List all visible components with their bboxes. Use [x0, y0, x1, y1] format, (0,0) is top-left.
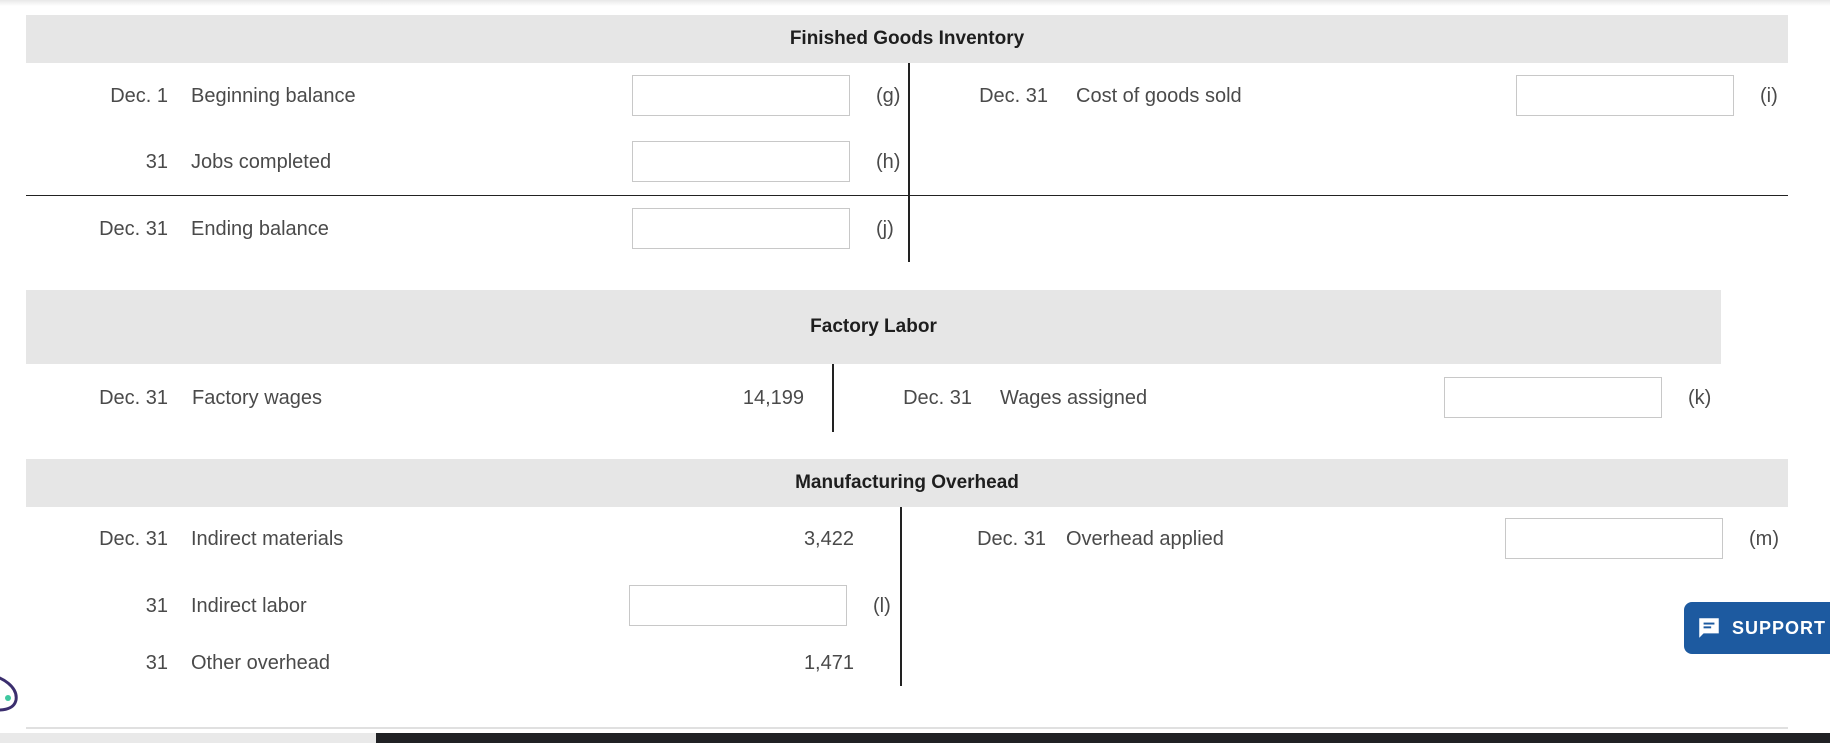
mo-credit-date-1: Dec. 31: [977, 528, 1046, 550]
support-label: SUPPORT: [1732, 617, 1827, 638]
wages-assigned-input[interactable]: [1444, 377, 1662, 418]
mo-debit-date-3: 31: [145, 652, 168, 674]
beginning-balance-input[interactable]: [632, 75, 850, 116]
factory-wages-value: 14,199: [742, 387, 804, 409]
fg-marker-j: (j): [876, 218, 894, 240]
jobs-completed-input[interactable]: [632, 141, 850, 182]
mo-debit-date-1: Dec. 31: [99, 528, 168, 550]
fg-marker-i: (i): [1760, 85, 1778, 107]
finished-goods-title: Finished Goods Inventory: [789, 28, 1025, 49]
fg-credit-label-1: Cost of goods sold: [1076, 85, 1242, 107]
overhead-applied-input[interactable]: [1505, 518, 1723, 559]
fg-credit-date-1: Dec. 31: [979, 85, 1048, 107]
mo-credit-label-1: Overhead applied: [1066, 528, 1224, 550]
mo-marker-l: (l): [873, 595, 891, 617]
finished-goods-header: Finished Goods Inventory: [26, 15, 1788, 63]
fl-credit-label-1: Wages assigned: [1000, 387, 1148, 409]
factory-labor-header: Factory Labor: [26, 290, 1721, 364]
fg-marker-g: (g): [876, 85, 901, 107]
indirect-materials-value: 3,422: [803, 528, 854, 550]
factory-labor-t-vertical: [832, 364, 834, 432]
manufacturing-overhead-header: Manufacturing Overhead: [26, 459, 1788, 507]
other-overhead-value: 1,471: [803, 652, 854, 674]
factory-labor-title: Factory Labor: [810, 316, 937, 337]
fg-debit-label-2: Jobs completed: [191, 151, 332, 173]
bottom-separator: [26, 727, 1788, 729]
chat-icon: [1699, 618, 1719, 638]
fg-debit-label-1: Beginning balance: [191, 85, 356, 107]
fg-debit-date-1: Dec. 1: [110, 85, 168, 107]
mo-debit-date-2: 31: [145, 595, 168, 617]
finished-goods-t-horizontal: [26, 195, 1788, 196]
cost-of-goods-sold-input[interactable]: [1516, 75, 1734, 116]
support-button[interactable]: SUPPORT: [1684, 602, 1830, 654]
manufacturing-overhead-t-vertical: [900, 507, 902, 686]
mo-debit-label-2: Indirect labor: [191, 595, 307, 617]
fl-marker-k: (k): [1688, 387, 1712, 409]
top-fade: [0, 0, 1830, 6]
ending-balance-input[interactable]: [632, 208, 850, 249]
mo-debit-label-1: Indirect materials: [191, 528, 344, 550]
fl-debit-label-1: Factory wages: [192, 387, 323, 409]
fl-debit-date-1: Dec. 31: [99, 387, 168, 409]
fg-ending-date: Dec. 31: [99, 218, 168, 240]
fg-ending-label: Ending balance: [191, 218, 329, 240]
assistant-blob-icon: [0, 676, 18, 712]
mo-debit-label-3: Other overhead: [191, 652, 330, 674]
mo-marker-m: (m): [1749, 528, 1779, 550]
indirect-labor-input[interactable]: [629, 585, 847, 626]
fl-credit-date-1: Dec. 31: [903, 387, 972, 409]
finished-goods-t-vertical: [908, 63, 910, 262]
manufacturing-overhead-title: Manufacturing Overhead: [795, 472, 1019, 493]
fg-marker-h: (h): [876, 151, 901, 173]
taskbar-search-area: [0, 733, 376, 743]
fg-debit-date-2: 31: [145, 151, 168, 173]
